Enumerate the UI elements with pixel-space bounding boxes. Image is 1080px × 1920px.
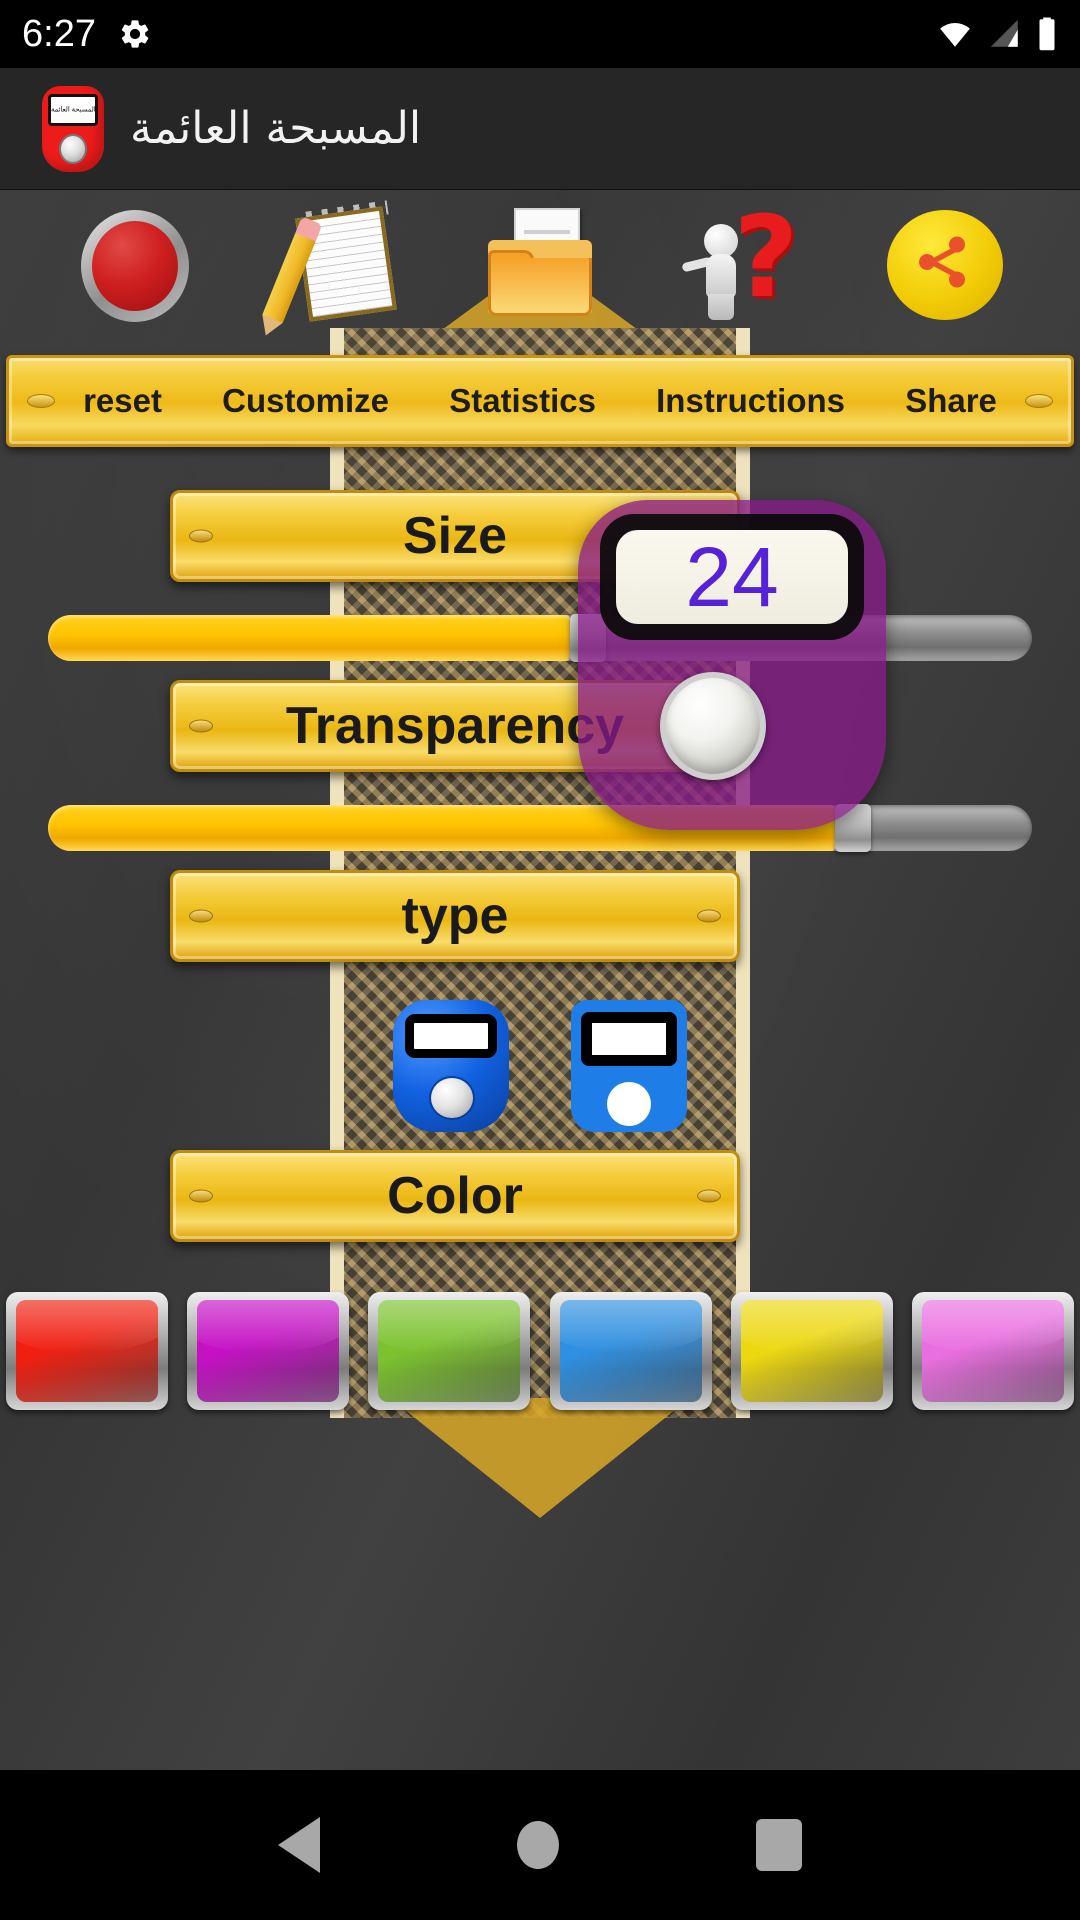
color-pink-fill: [921, 1300, 1064, 1402]
transparency-label: Transparency: [285, 697, 625, 755]
home-icon[interactable]: [516, 1821, 559, 1869]
nav-item-statistics[interactable]: Statistics: [449, 382, 596, 420]
color-label: Color: [387, 1167, 523, 1225]
color-red-fill: [16, 1300, 158, 1402]
nav-item-customize[interactable]: Customize: [222, 382, 389, 420]
color-red-swatch[interactable]: [6, 1292, 168, 1410]
gear-icon: [121, 20, 149, 48]
section-nav-bar: reset Customize Statistics Instructions …: [6, 355, 1074, 447]
size-label: Size: [402, 507, 508, 565]
color-green-swatch[interactable]: [368, 1292, 531, 1410]
color-yellow-fill: [740, 1300, 883, 1402]
counter-type-flat-option[interactable]: [571, 1000, 687, 1132]
app-screen: 6:27 المسبحة العائمة المسبحة العائمة ? r…: [0, 0, 1080, 1920]
status-bar: 6:27: [0, 0, 1080, 68]
floating-counter-bezel: 24: [600, 514, 864, 640]
status-bar-clock: 6:27: [22, 12, 96, 55]
color-swatch-row: [0, 1292, 1080, 1410]
recents-icon[interactable]: [755, 1819, 802, 1871]
transparency-slider[interactable]: [48, 804, 1032, 852]
type-options-row: [0, 1000, 1080, 1132]
nav-item-instructions[interactable]: Instructions: [656, 382, 845, 420]
app-logo-screen-text: المسبحة العائمة: [50, 105, 96, 114]
color-label-plate: Color: [170, 1150, 740, 1242]
main-content: ? reset Customize Statistics Instruction…: [0, 190, 1080, 1770]
reset-icon[interactable]: [73, 206, 197, 324]
type-label: type: [401, 887, 509, 945]
floating-counter-value: 24: [685, 530, 779, 624]
app-logo-icon: المسبحة العائمة: [42, 85, 104, 172]
app-bar: المسبحة العائمة المسبحة العائمة: [0, 68, 1080, 190]
wifi-icon: [940, 23, 970, 47]
status-bar-indicators: [936, 16, 1058, 52]
share-icon[interactable]: [883, 206, 1007, 324]
page-title: المسبحة العائمة: [130, 103, 422, 154]
nav-item-reset[interactable]: reset: [83, 382, 162, 420]
color-magenta-swatch[interactable]: [187, 1292, 350, 1410]
floating-counter-display: 24: [616, 530, 848, 624]
color-blue-swatch[interactable]: [549, 1292, 712, 1410]
type-label-plate: type: [170, 870, 740, 962]
color-pink-swatch[interactable]: [911, 1292, 1074, 1410]
statistics-icon[interactable]: [478, 206, 602, 324]
counter-type-3d-option[interactable]: [393, 1000, 509, 1132]
back-icon[interactable]: [278, 1817, 321, 1873]
instructions-icon[interactable]: ?: [680, 202, 804, 324]
color-yellow-swatch[interactable]: [730, 1292, 893, 1410]
icon-toolbar: ?: [0, 190, 1080, 340]
color-green-fill: [378, 1300, 521, 1402]
android-navigation-bar: [0, 1770, 1080, 1920]
cellular-signal-icon: [990, 19, 1018, 47]
nav-item-share[interactable]: Share: [905, 382, 997, 420]
floating-counter-button[interactable]: [660, 672, 766, 780]
size-slider-fill: [48, 615, 570, 661]
color-magenta-fill: [197, 1300, 340, 1402]
floating-counter-widget[interactable]: 24: [578, 500, 886, 830]
color-blue-fill: [559, 1300, 702, 1402]
battery-icon: [1039, 17, 1055, 51]
customize-icon[interactable]: [261, 200, 400, 325]
